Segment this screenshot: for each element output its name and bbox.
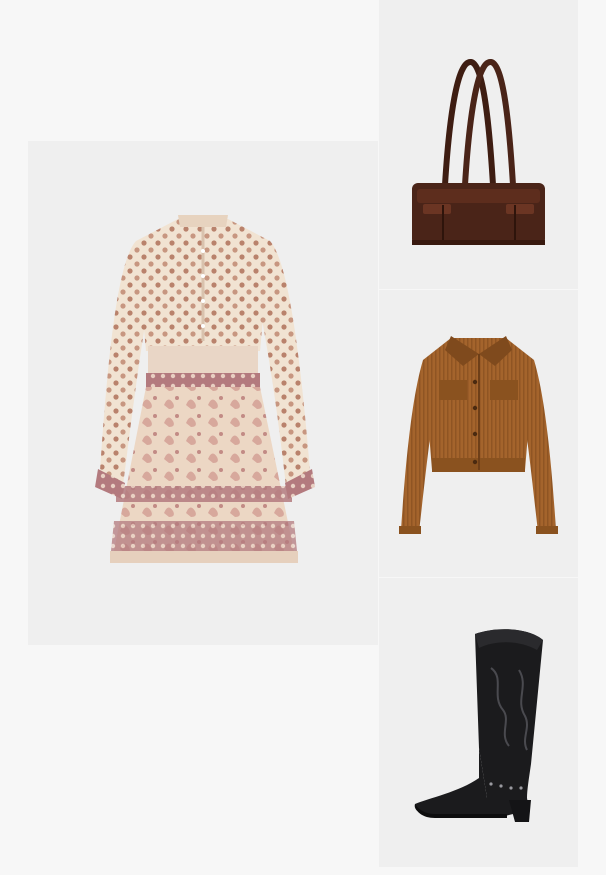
corduroy-jacket-product-tile[interactable] [379,290,578,577]
corduroy-jacket-icon [399,336,558,534]
shoulder-bag-icon [412,59,545,245]
outfit-collage [0,0,606,875]
cowboy-boot-product-tile[interactable] [379,578,578,867]
dress-icon [95,215,315,563]
cowboy-boot-icon [414,629,543,822]
shoulder-bag-product-tile[interactable] [379,0,578,289]
dress-product-tile[interactable] [28,141,378,645]
